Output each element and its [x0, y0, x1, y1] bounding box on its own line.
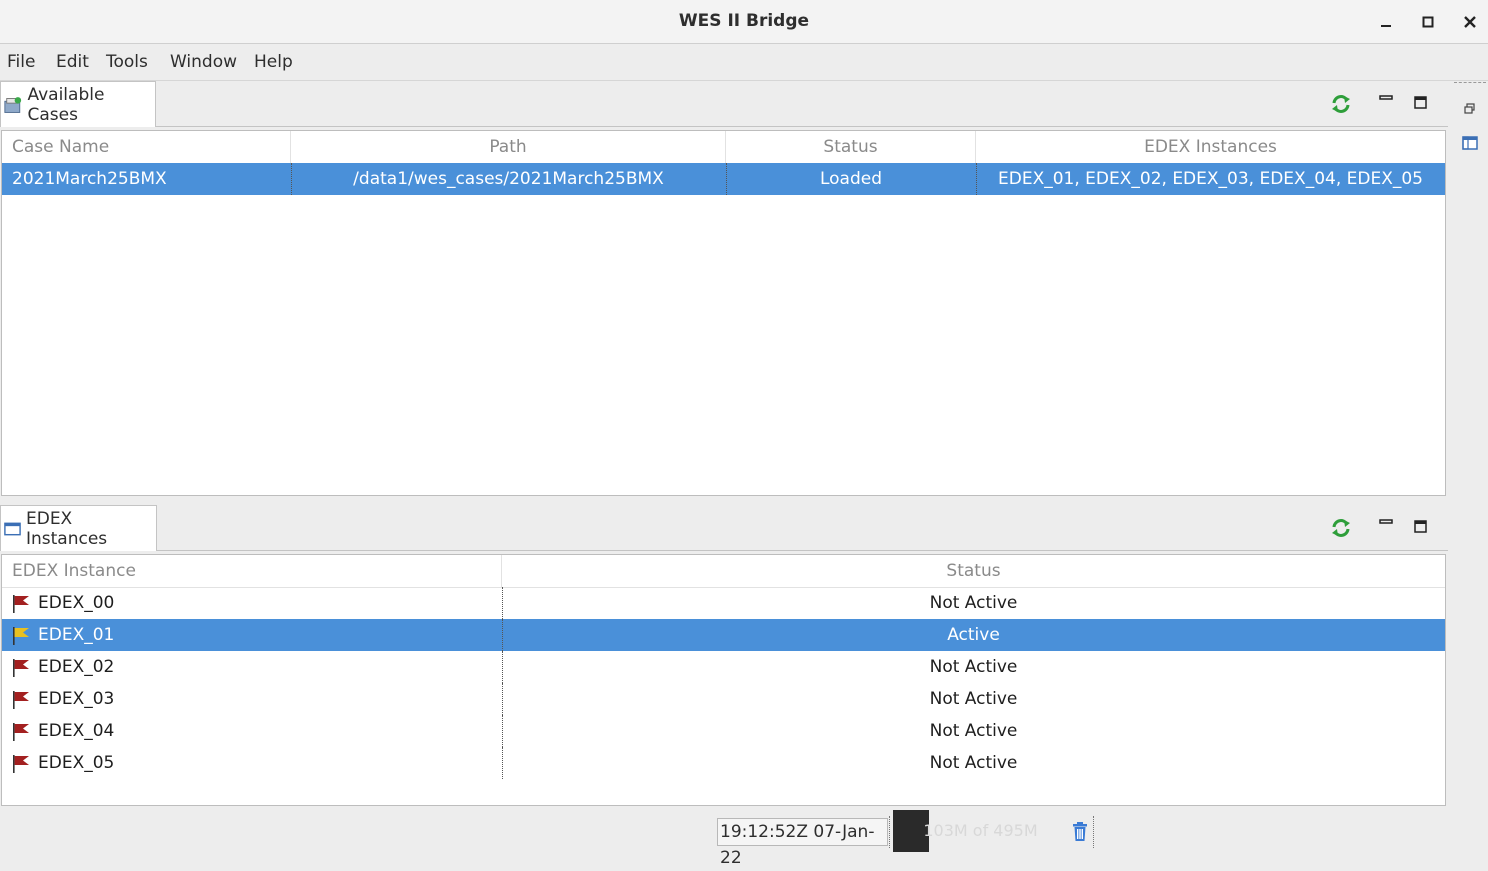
table-row[interactable]: EDEX_00 Not Active [2, 587, 1445, 619]
table-row[interactable]: EDEX_05 Not Active [2, 747, 1445, 779]
heap-label: 103M of 495M [923, 821, 1038, 840]
edex-status-cell: Not Active [929, 753, 1018, 773]
edex-name-cell: EDEX_05 [38, 753, 115, 773]
edex-name-cell: EDEX_00 [38, 593, 115, 613]
flag-icon [13, 691, 29, 709]
time-display: 19:12:52Z 07-Jan-22 [717, 818, 888, 868]
view-icon [1462, 136, 1478, 150]
cases-table-header: Case Name Path Status EDEX Instances [2, 131, 1445, 164]
maximize-icon [1422, 16, 1434, 28]
window-minimize-button[interactable] [1374, 10, 1398, 34]
edex-maximize-button[interactable] [1410, 516, 1432, 538]
flag-icon [13, 723, 29, 741]
heap-status[interactable]: 103M of 495M [893, 810, 1068, 852]
view-button[interactable] [1460, 133, 1480, 153]
window-close-button[interactable] [1458, 10, 1482, 34]
edex-name-cell: EDEX_04 [38, 721, 115, 741]
menu-window[interactable]: Window [170, 52, 237, 72]
case-name-cell: 2021March25BMX [12, 169, 167, 189]
flag-icon [13, 659, 29, 677]
edex-status-cell: Not Active [929, 593, 1018, 613]
cases-icon [4, 96, 22, 113]
status-cell: Loaded [819, 169, 883, 189]
tab-available-cases[interactable]: Available Cases [0, 81, 156, 127]
flag-icon [13, 627, 29, 645]
menu-file[interactable]: File [7, 52, 35, 72]
menu-bar: File Edit Tools Window Help [0, 44, 1488, 81]
close-icon [1464, 16, 1476, 28]
cases-maximize-button[interactable] [1410, 92, 1432, 114]
cases-minimize-button[interactable] [1376, 91, 1398, 113]
edex-name-cell: EDEX_02 [38, 657, 115, 677]
maximize-icon [1414, 520, 1427, 533]
garbage-collect-button[interactable] [1069, 820, 1091, 844]
flag-icon [13, 595, 29, 613]
column-header-edex-status[interactable]: Status [502, 555, 1445, 587]
edex-status-cell: Not Active [929, 689, 1018, 709]
edex-refresh-button[interactable] [1330, 517, 1352, 539]
table-row[interactable]: EDEX_02 Not Active [2, 651, 1445, 683]
restore-button[interactable] [1460, 99, 1480, 119]
trim-divider [1454, 82, 1486, 83]
edex-panel-icon [4, 522, 21, 535]
title-bar: WES II Bridge [0, 0, 1488, 44]
minimize-icon [1379, 95, 1393, 100]
column-header-edex-instance[interactable]: EDEX Instance [2, 555, 502, 587]
restore-icon [1464, 103, 1475, 114]
edex-table-header: EDEX Instance Status [2, 555, 1445, 588]
minimize-icon [1379, 519, 1393, 524]
edex-name-cell: EDEX_03 [38, 689, 115, 709]
edex-status-cell: Not Active [929, 657, 1018, 677]
maximize-icon [1414, 96, 1427, 109]
menu-help[interactable]: Help [254, 52, 293, 72]
table-row[interactable]: EDEX_03 Not Active [2, 683, 1445, 715]
window-maximize-button[interactable] [1416, 10, 1440, 34]
flag-icon [13, 755, 29, 773]
minimize-icon [1381, 25, 1391, 27]
tab-edex-instances-label: EDEX Instances [25, 508, 108, 549]
trash-icon [1073, 822, 1087, 841]
tab-edex-instances[interactable]: EDEX Instances [0, 505, 157, 551]
cases-refresh-button[interactable] [1330, 93, 1352, 115]
table-row[interactable]: 2021March25BMX /data1/wes_cases/2021Marc… [2, 163, 1445, 195]
edex-instances-cell: EDEX_01, EDEX_02, EDEX_03, EDEX_04, EDEX… [998, 169, 1423, 189]
cases-table: Case Name Path Status EDEX Instances 202… [1, 130, 1446, 496]
panel-tab-underline [0, 126, 1448, 127]
column-header-edex-instances[interactable]: EDEX Instances [976, 131, 1445, 163]
edex-name-cell: EDEX_01 [38, 625, 115, 645]
table-row[interactable]: EDEX_04 Not Active [2, 715, 1445, 747]
status-divider [889, 816, 890, 848]
path-cell: /data1/wes_cases/2021March25BMX [353, 169, 664, 189]
window-title: WES II Bridge [678, 11, 810, 31]
refresh-icon [1332, 95, 1350, 113]
edex-table: EDEX Instance Status EDEX_00 Not Active … [1, 554, 1446, 806]
column-header-path[interactable]: Path [291, 131, 726, 163]
panel-tab-underline [0, 550, 1448, 551]
side-trim-bar [1450, 81, 1488, 809]
status-divider [1093, 816, 1094, 848]
edex-instances-panel: EDEX Instances EDEX Instance Status EDEX… [0, 505, 1448, 808]
tab-available-cases-label: Available Cases [27, 84, 105, 125]
refresh-icon [1332, 519, 1350, 537]
edex-status-cell: Active [947, 625, 1000, 645]
edex-minimize-button[interactable] [1376, 515, 1398, 537]
menu-edit[interactable]: Edit [56, 52, 89, 72]
edex-status-cell: Not Active [929, 721, 1018, 741]
available-cases-panel: Available Cases Case Name Path Status ED… [0, 81, 1448, 499]
column-header-case-name[interactable]: Case Name [2, 131, 291, 163]
table-row[interactable]: EDEX_01 Active [2, 619, 1445, 651]
menu-tools[interactable]: Tools [106, 52, 148, 72]
status-bar: 19:12:52Z 07-Jan-22 103M of 495M [0, 810, 1488, 868]
column-header-status[interactable]: Status [726, 131, 976, 163]
